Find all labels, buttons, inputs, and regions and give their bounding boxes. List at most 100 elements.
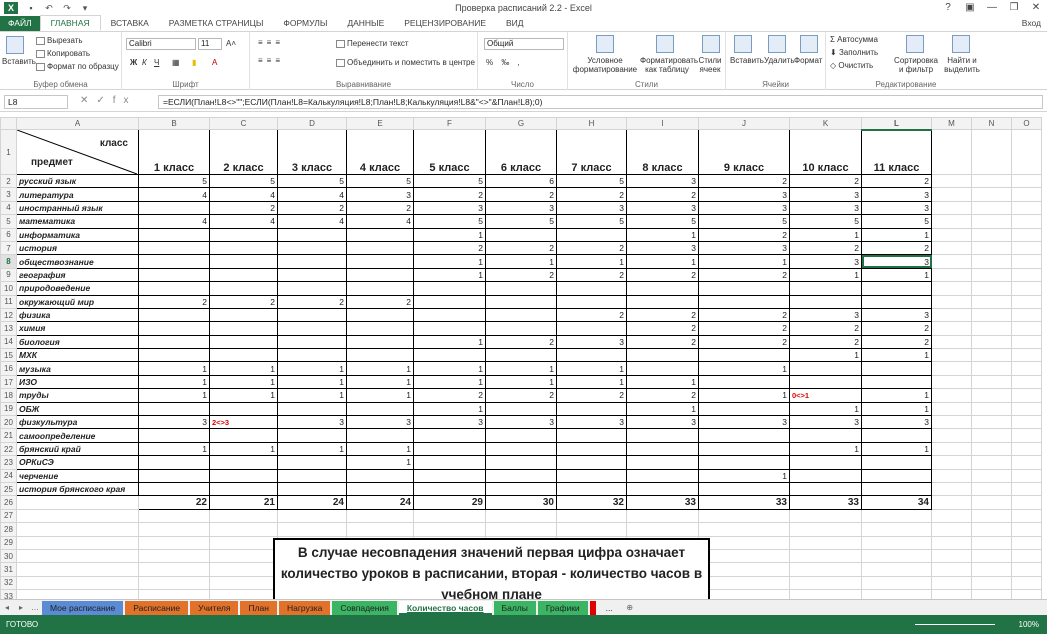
value-cell[interactable] [861,361,932,376]
cell[interactable] [931,321,972,336]
cell[interactable] [16,522,139,537]
value-cell[interactable]: 1 [209,374,278,390]
cell[interactable] [277,508,347,524]
cell[interactable] [971,348,1012,363]
cell[interactable] [931,173,972,189]
value-cell[interactable]: 3 [346,187,414,202]
next-sheet-icon[interactable]: ▸ [14,603,28,612]
find-select-button[interactable]: Найти и выделить [940,56,984,74]
value-cell[interactable] [346,481,414,497]
value-cell[interactable]: 1 [346,455,414,470]
save-icon[interactable]: ▪ [26,3,36,13]
autosum-button[interactable]: Σ Автосумма [830,35,878,44]
subject-cell[interactable]: информатика [16,227,139,242]
sheet-tab[interactable]: Баллы [493,600,536,615]
grow-font-icon[interactable]: A˄ [226,39,236,48]
cell[interactable] [971,508,1012,524]
value-cell[interactable]: 5 [626,214,699,229]
value-cell[interactable]: 2 [485,240,557,256]
borders-icon[interactable]: ▦ [172,58,180,67]
cell[interactable] [1011,187,1042,202]
row-header[interactable]: 24 [0,468,17,483]
value-cell[interactable] [861,481,932,497]
value-cell[interactable]: 1 [209,388,278,403]
bold-button[interactable]: Ж [130,58,137,67]
column-header[interactable]: A [16,117,139,130]
cell[interactable] [971,468,1012,483]
cell[interactable] [16,508,139,524]
row-header[interactable]: 11 [0,294,17,309]
value-cell[interactable] [277,481,347,497]
value-cell[interactable]: 3 [698,240,790,256]
value-cell[interactable] [861,281,932,296]
cell[interactable] [789,548,862,564]
value-cell[interactable] [346,307,414,323]
cell[interactable] [16,495,139,510]
value-cell[interactable] [485,455,557,470]
cell[interactable] [971,495,1012,510]
cell[interactable] [971,294,1012,309]
cell[interactable] [1011,267,1042,283]
value-cell[interactable]: 1 [556,361,627,376]
value-cell[interactable]: 5 [698,214,790,229]
cell[interactable] [698,522,790,537]
cell[interactable] [1011,294,1042,309]
cell[interactable] [931,428,972,443]
value-cell[interactable]: 3 [556,415,627,430]
value-cell[interactable] [556,468,627,483]
value-cell[interactable]: 2 [698,307,790,323]
value-cell[interactable] [277,401,347,417]
value-cell[interactable] [209,307,278,323]
cell[interactable] [931,281,972,296]
row-header[interactable]: 2 [0,173,17,189]
cell[interactable] [931,267,972,283]
name-box[interactable]: L8 [4,95,68,109]
value-cell[interactable]: 3 [626,200,699,216]
value-cell[interactable] [346,334,414,350]
cell[interactable] [971,575,1012,591]
ribbon-tab-1[interactable]: ГЛАВНАЯ [39,15,101,31]
underline-button[interactable]: Ч [154,58,159,67]
value-cell[interactable]: 4 [209,187,278,202]
cell[interactable] [1011,508,1042,524]
zoom-slider[interactable] [915,624,995,625]
row-header[interactable]: 28 [0,522,17,537]
cell[interactable] [861,548,932,564]
row-header[interactable]: 8 [0,254,17,269]
minimize-button[interactable]: — [981,0,1003,16]
subject-cell[interactable]: брянский край [16,441,139,457]
value-cell[interactable]: 2 [861,240,932,256]
value-cell[interactable]: 2 [485,388,557,403]
valign-icons[interactable]: ≡≡≡ [258,38,284,47]
fill-color-icon[interactable]: ▮ [192,58,196,67]
value-cell[interactable] [346,321,414,336]
value-cell[interactable]: 3 [789,187,862,202]
cell[interactable] [698,535,790,550]
sheet-tab[interactable]: Совпадения [332,600,397,615]
cell[interactable] [1011,562,1042,577]
value-cell[interactable] [556,227,627,242]
value-cell[interactable]: 1 [277,441,347,457]
value-cell[interactable]: 2 [209,200,278,216]
format-as-table-button[interactable]: Форматировать как таблицу [640,56,698,74]
value-cell[interactable]: 4 [346,214,414,229]
wrap-text-button[interactable]: Перенести текст [336,39,409,48]
cell[interactable] [346,508,414,524]
value-cell[interactable] [485,348,557,363]
column-header[interactable]: H [556,117,627,130]
insert-cells-icon[interactable] [734,35,752,53]
paste-icon[interactable] [6,36,24,54]
value-cell[interactable]: 1 [209,441,278,457]
more-sheets-icon[interactable]: … [28,603,42,612]
value-cell[interactable] [626,281,699,296]
subject-cell[interactable]: музыка [16,361,139,376]
value-cell[interactable]: 2 [485,334,557,350]
value-cell[interactable] [138,307,210,323]
cell[interactable] [931,495,972,510]
row-header[interactable]: 16 [0,361,17,376]
value-cell[interactable]: 3 [626,415,699,430]
subject-cell[interactable]: история брянского края [16,481,139,497]
value-cell[interactable]: 1 [413,334,486,350]
subject-cell[interactable]: ИЗО [16,374,139,390]
value-cell[interactable] [209,281,278,296]
